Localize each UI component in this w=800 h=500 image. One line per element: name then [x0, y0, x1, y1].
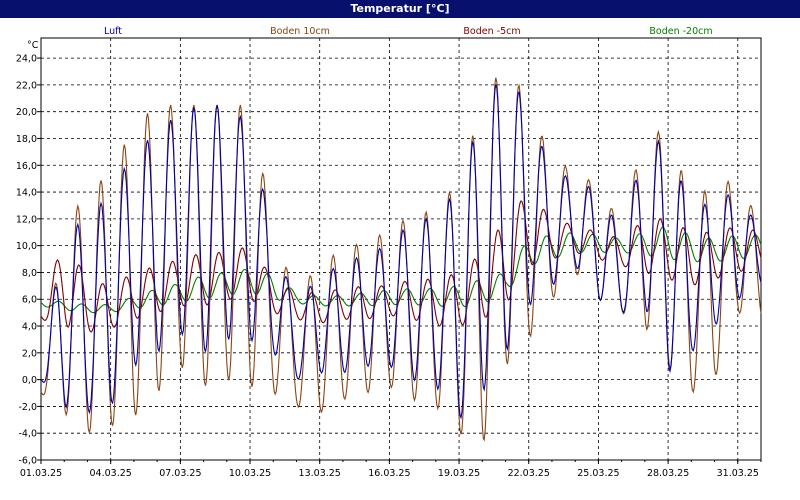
axes [40, 37, 762, 461]
y-tick-label: 20,0 [16, 107, 37, 118]
x-tick-label: 25.03.25 [577, 468, 619, 479]
y-tick-label: 16,0 [16, 161, 37, 172]
legend-item-boden10: Boden 10cm [270, 26, 330, 37]
y-tick-label: 6,0 [22, 295, 37, 306]
y-tick-label: 12,0 [16, 214, 37, 225]
temperature-chart: 24,0 22,0 20,0 18,0 16,0 14,0 12,0 10,0 8,0 6,0 4,… [16, 26, 762, 479]
series-lines [40, 77, 762, 442]
y-axis-unit: °C [27, 40, 39, 51]
y-tick-label: 0,0 [22, 375, 37, 386]
legend-item-boden5: Boden -5cm [463, 26, 520, 37]
y-axis-ticks: 24,0 22,0 20,0 18,0 16,0 14,0 12,0 10,0 8,0 6,0 4,… [16, 54, 41, 467]
y-tick-label: 8,0 [22, 268, 37, 279]
legend-item-boden20: Boden -20cm [649, 26, 712, 37]
y-tick-label: 4,0 [22, 322, 37, 333]
x-tick-label: 22.03.25 [508, 468, 550, 479]
x-tick-label: 07.03.25 [159, 468, 201, 479]
x-tick-label: 16.03.25 [368, 468, 410, 479]
y-tick-label: 24,0 [16, 54, 37, 65]
plot-area [40, 37, 762, 461]
y-tick-label: 18,0 [16, 134, 37, 145]
x-tick-label: 01.03.25 [20, 468, 62, 479]
y-tick-label: -2,0 [18, 402, 37, 413]
x-axis-ticks: 01.03.25 04.03.25 07.03.25 10.03.25 13.03.25… [20, 460, 762, 479]
x-tick-label: 13.03.25 [299, 468, 341, 479]
legend-item-luft: Luft [104, 26, 122, 37]
y-tick-label: 22,0 [16, 80, 37, 91]
x-tick-label: 10.03.25 [229, 468, 271, 479]
x-tick-label: 28.03.25 [647, 468, 689, 479]
legend: Luft Boden 10cm Boden -5cm Boden -20cm [104, 26, 713, 37]
y-tick-label: 10,0 [16, 241, 37, 252]
grid-lines [40, 38, 761, 461]
y-tick-label: -4,0 [18, 429, 37, 440]
y-tick-label: 14,0 [16, 188, 37, 199]
x-tick-label: 04.03.25 [90, 468, 132, 479]
x-tick-label: 31.03.25 [717, 468, 759, 479]
x-tick-label: 19.03.25 [438, 468, 480, 479]
y-tick-label: -6,0 [18, 456, 37, 467]
y-tick-label: 2,0 [22, 348, 37, 359]
